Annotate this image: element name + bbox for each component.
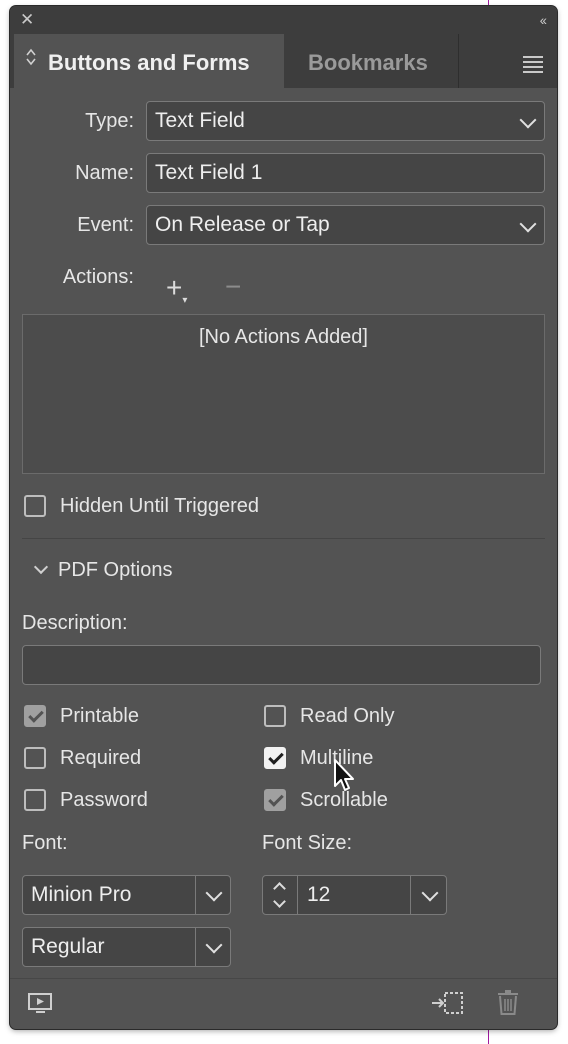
tab-label: Buttons and Forms — [48, 50, 250, 75]
trash-icon[interactable] — [497, 989, 519, 1022]
font-size-stepper[interactable] — [263, 876, 297, 914]
event-dropdown[interactable]: On Release or Tap — [146, 205, 545, 245]
chevron-down-icon[interactable] — [205, 884, 223, 902]
actions-empty-text: [No Actions Added] — [198, 326, 368, 348]
event-value: On Release or Tap — [155, 213, 330, 236]
type-value: Text Field — [155, 109, 245, 132]
pdf-options-header[interactable]: PDF Options — [58, 559, 172, 582]
dropdown-separator — [195, 876, 196, 914]
section-divider — [22, 538, 545, 539]
panel-footer — [10, 978, 557, 1029]
name-label: Name: — [75, 162, 134, 184]
stepper-separator — [297, 876, 298, 914]
type-dropdown[interactable]: Text Field — [146, 101, 545, 141]
read-only-label: Read Only — [300, 705, 395, 727]
mouse-cursor-icon — [333, 758, 359, 799]
font-size-value[interactable]: 12 — [307, 876, 330, 914]
minus-icon[interactable]: − — [225, 273, 241, 301]
font-family-dropdown[interactable]: Minion Pro — [22, 875, 231, 915]
actions-list[interactable]: [No Actions Added] — [22, 314, 545, 474]
hidden-until-triggered-checkbox[interactable] — [24, 495, 46, 517]
preview-spread-icon[interactable] — [28, 992, 54, 1021]
panel-tabbar: Buttons and Forms Bookmarks — [10, 34, 557, 88]
name-field[interactable]: Text Field 1 — [146, 153, 545, 193]
hidden-until-triggered-label: Hidden Until Triggered — [60, 495, 259, 517]
font-style-dropdown[interactable]: Regular — [22, 927, 231, 967]
chevron-down-icon[interactable] — [33, 559, 49, 575]
name-value: Text Field 1 — [155, 161, 263, 184]
font-style-value: Regular — [31, 935, 105, 958]
actions-label: Actions: — [62, 266, 134, 288]
panel-titlebar: ✕ ‹‹ — [10, 6, 557, 34]
dropdown-separator — [195, 928, 196, 966]
font-family-value: Minion Pro — [31, 883, 132, 906]
printable-checkbox[interactable] — [24, 705, 46, 727]
required-checkbox[interactable] — [24, 747, 46, 769]
buttons-and-forms-panel: ✕ ‹‹ Buttons and Forms Bookmarks Type: T… — [10, 6, 557, 1029]
chevron-down-icon[interactable] — [205, 936, 223, 954]
panel-resize-arrows-icon[interactable] — [26, 48, 36, 68]
font-size-combo[interactable]: 12 — [262, 875, 447, 915]
scrollable-checkbox[interactable] — [264, 789, 286, 811]
required-label: Required — [60, 747, 142, 769]
plus-icon[interactable]: +▾ — [166, 274, 187, 309]
multiline-checkbox[interactable] — [264, 747, 286, 769]
chevron-down-icon[interactable] — [273, 895, 286, 908]
close-icon[interactable]: ✕ — [20, 11, 34, 29]
printable-label: Printable — [60, 705, 139, 727]
event-label: Event: — [77, 214, 134, 236]
guide-line-bottom — [488, 1029, 489, 1044]
password-checkbox[interactable] — [24, 789, 46, 811]
dropdown-separator — [410, 876, 411, 914]
chevron-down-icon[interactable] — [421, 884, 439, 902]
type-label: Type: — [85, 110, 134, 132]
password-label: Password — [60, 789, 148, 811]
chevron-down-icon — [519, 215, 537, 233]
tab-buttons-and-forms[interactable]: Buttons and Forms — [14, 34, 284, 88]
tab-bookmarks[interactable]: Bookmarks — [288, 34, 459, 88]
description-label: Description: — [22, 612, 128, 634]
tab-label: Bookmarks — [308, 50, 428, 75]
chevron-down-icon — [519, 111, 537, 129]
footer-divider — [10, 978, 557, 979]
font-size-label: Font Size: — [262, 832, 353, 854]
read-only-checkbox[interactable] — [264, 705, 286, 727]
font-label: Font: — [22, 832, 68, 854]
convert-to-button-icon[interactable] — [430, 990, 466, 1023]
collapse-panel-icon[interactable]: ‹‹ — [540, 11, 547, 29]
chevron-up-icon[interactable] — [273, 882, 286, 895]
description-field[interactable] — [22, 645, 541, 685]
panel-menu-icon[interactable] — [523, 56, 543, 76]
